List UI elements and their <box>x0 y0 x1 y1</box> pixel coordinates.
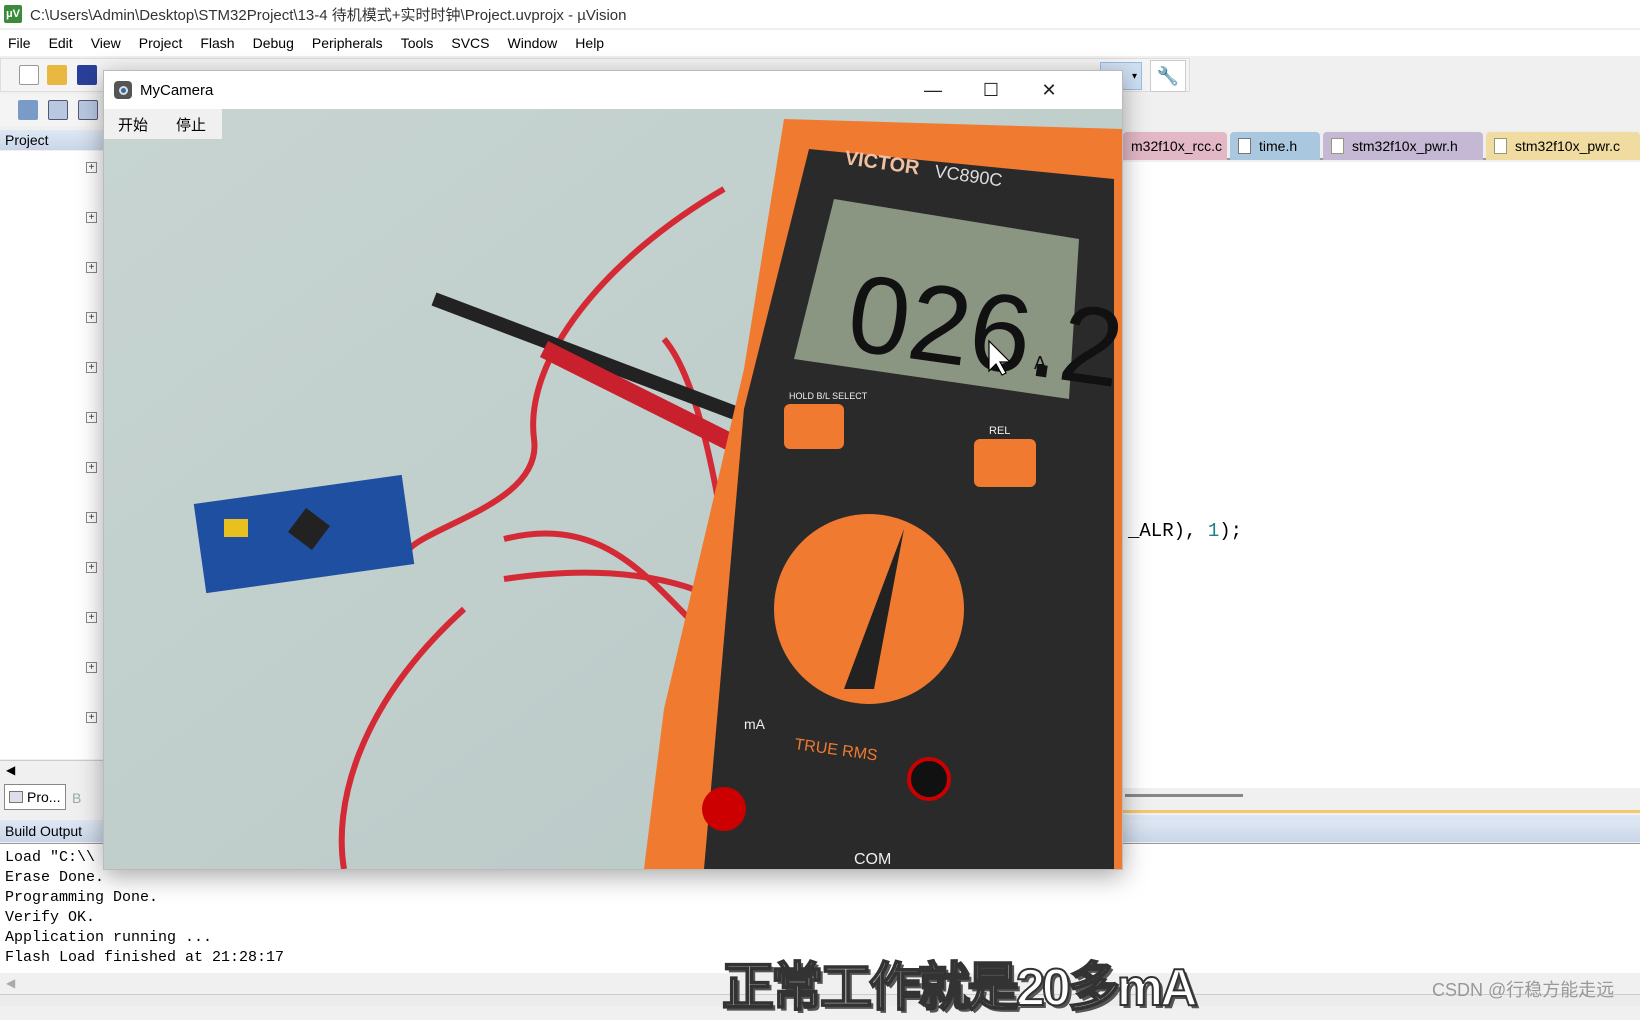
video-subtitle: 正常工作就是20多mA <box>721 958 1199 1018</box>
output-line: Verify OK. <box>5 909 96 926</box>
jumper <box>224 519 248 537</box>
menu-svcs[interactable]: SVCS <box>451 35 489 51</box>
menu-tools[interactable]: Tools <box>401 35 434 51</box>
editor-hscrollbar[interactable] <box>1123 788 1640 810</box>
readonly-file-icon <box>1494 138 1507 154</box>
project-tree: + + + + + + + + + + + + <box>0 151 104 759</box>
tab-stm32f10x-pwr-c[interactable]: stm32f10x_pwr.c <box>1486 132 1640 160</box>
file-icon <box>1238 138 1251 154</box>
menu-flash[interactable]: Flash <box>200 35 234 51</box>
expand-icon[interactable]: + <box>86 412 97 423</box>
maximize-button[interactable]: ☐ <box>962 71 1020 109</box>
ma-label: mA <box>744 716 766 732</box>
menu-help[interactable]: Help <box>575 35 604 51</box>
expand-icon[interactable]: + <box>86 562 97 573</box>
menu-view[interactable]: View <box>91 35 121 51</box>
tab-books-label: B <box>72 790 82 806</box>
build-icon[interactable] <box>48 100 68 120</box>
menu-peripherals[interactable]: Peripherals <box>312 35 383 51</box>
window-title: C:\Users\Admin\Desktop\STM32Project\13-4… <box>30 6 627 24</box>
tab-label: m32f10x_rcc.c <box>1131 138 1223 154</box>
code-line: _ALR), 1); <box>1128 520 1243 542</box>
download-icon[interactable] <box>18 100 38 120</box>
com-label: COM <box>854 851 891 868</box>
menu-bar: File Edit View Project Flash Debug Perip… <box>0 30 1640 56</box>
camera-icon <box>114 81 132 99</box>
uvision-icon: μV <box>4 5 22 23</box>
expand-icon[interactable]: + <box>86 162 97 173</box>
camera-feed: 026.2 A VICTOR VC890C HOLD B/L SELECT RE… <box>104 109 1122 869</box>
camera-menu: 开始 停止 <box>104 109 222 139</box>
tab-stm32f10x-rcc-c[interactable]: m32f10x_rcc.c <box>1123 132 1227 160</box>
expand-icon[interactable]: + <box>86 262 97 273</box>
tab-books[interactable]: B <box>68 786 104 810</box>
expand-icon[interactable]: + <box>86 712 97 723</box>
toolbar-build <box>0 94 110 126</box>
tab-label: stm32f10x_pwr.h <box>1352 138 1458 154</box>
new-file-icon[interactable] <box>19 65 39 85</box>
hold-label: HOLD B/L SELECT <box>789 391 868 401</box>
close-button[interactable]: ✕ <box>1020 71 1078 109</box>
tab-label: time.h <box>1259 138 1298 154</box>
expand-icon[interactable]: + <box>86 312 97 323</box>
wrench-icon[interactable]: 🔧 <box>1150 60 1186 92</box>
menu-edit[interactable]: Edit <box>49 35 73 51</box>
rel-label: REL <box>989 425 1010 437</box>
tab-time-h[interactable]: time.h <box>1230 132 1320 160</box>
expand-icon[interactable]: + <box>86 362 97 373</box>
menu-file[interactable]: File <box>8 35 31 51</box>
tab-stm32f10x-pwr-h[interactable]: stm32f10x_pwr.h <box>1323 132 1483 160</box>
tab-label: stm32f10x_pwr.c <box>1515 138 1621 154</box>
readonly-file-icon <box>1331 138 1344 154</box>
ma-jack <box>702 787 746 831</box>
hold-button <box>784 404 844 449</box>
project-icon <box>9 791 23 803</box>
v-jack <box>907 757 951 801</box>
menu-window[interactable]: Window <box>508 35 558 51</box>
project-hscrollbar[interactable]: ◀ <box>0 760 104 780</box>
minimize-button[interactable]: — <box>904 71 962 109</box>
stop-button[interactable]: 停止 <box>162 114 220 135</box>
expand-icon[interactable]: + <box>86 462 97 473</box>
output-line: Erase Done. <box>5 869 105 886</box>
expand-icon[interactable]: + <box>86 212 97 223</box>
divider <box>1123 810 1640 813</box>
code-editor[interactable] <box>1123 162 1640 790</box>
csdn-watermark: CSDN @行稳方能走远 <box>1432 980 1615 1000</box>
camera-window: MyCamera — ☐ ✕ 026.2 A VICTOR VC890C HOL… <box>103 70 1123 870</box>
open-folder-icon[interactable] <box>47 65 67 85</box>
start-button[interactable]: 开始 <box>104 114 162 135</box>
tab-project[interactable]: Pro... <box>4 784 66 810</box>
expand-icon[interactable]: + <box>86 662 97 673</box>
file-tabs: m32f10x_rcc.c time.h stm32f10x_pwr.h stm… <box>1123 130 1640 160</box>
lcd-unit: A <box>1034 353 1046 373</box>
project-panel-header: Project <box>0 130 104 150</box>
rebuild-icon[interactable] <box>78 100 98 120</box>
menu-project[interactable]: Project <box>139 35 183 51</box>
menu-debug[interactable]: Debug <box>253 35 294 51</box>
expand-icon[interactable]: + <box>86 612 97 623</box>
rel-button <box>974 439 1036 487</box>
camera-title-bar: MyCamera — ☐ ✕ <box>104 71 1122 109</box>
save-icon[interactable] <box>77 65 97 85</box>
title-bar: μV C:\Users\Admin\Desktop\STM32Project\1… <box>0 0 1640 28</box>
tab-project-label: Pro... <box>27 789 61 805</box>
output-line: Programming Done. <box>5 889 159 906</box>
expand-icon[interactable]: + <box>86 512 97 523</box>
camera-window-title: MyCamera <box>140 81 214 99</box>
